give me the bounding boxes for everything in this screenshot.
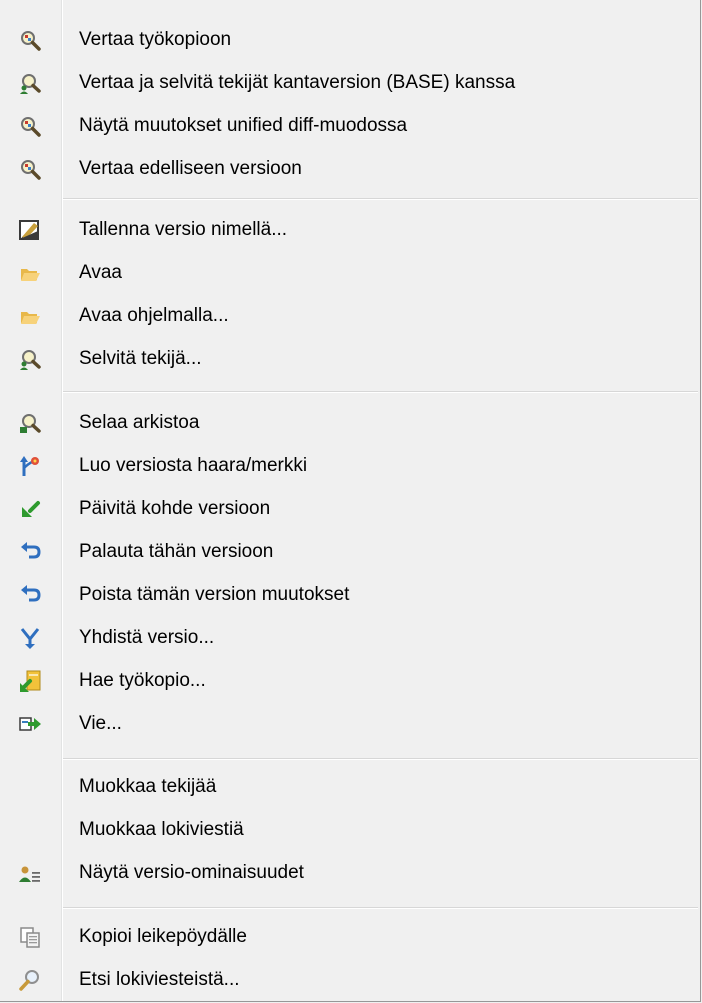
merge-icon: [18, 626, 42, 650]
menu-item-branch-tag[interactable]: Luo versiosta haara/merkki: [0, 444, 700, 488]
menu-item-repo-browser[interactable]: Selaa arkistoa: [0, 401, 700, 445]
menu-item-open[interactable]: Avaa: [0, 251, 700, 295]
context-menu: Vertaa työkopioon Vertaa ja selvitä teki…: [0, 0, 701, 1002]
menu-item-label: Etsi lokiviesteistä...: [79, 969, 240, 990]
blame-compare-icon: [18, 71, 42, 95]
menu-item-label: Näytä muutokset unified diff-muodossa: [79, 115, 408, 136]
search-log-icon: [18, 968, 42, 992]
blame-icon: [18, 347, 42, 371]
menu-item-label: Yhdistä versio...: [79, 627, 215, 648]
repo-browser-icon: [18, 411, 42, 435]
export-icon: [18, 712, 42, 736]
open-with-folder-icon: [18, 304, 42, 328]
unified-diff-magnifier-icon: [18, 114, 42, 138]
menu-separator: [63, 391, 698, 393]
menu-item-label: Luo versiosta haara/merkki: [79, 455, 308, 476]
menu-item-edit-log-message[interactable]: Muokkaa lokiviestiä: [0, 808, 700, 852]
menu-item-revert-changes[interactable]: Poista tämän version muutokset: [0, 573, 700, 617]
menu-item-label: Palauta tähän versioon: [79, 541, 274, 562]
menu-item-label: Päivitä kohde versioon: [79, 498, 271, 519]
menu-item-label: Muokkaa lokiviestiä: [79, 819, 244, 840]
menu-item-label: Hae työkopio...: [79, 670, 206, 691]
menu-item-label: Muokkaa tekijää: [79, 776, 217, 797]
menu-item-label: Poista tämän version muutokset: [79, 584, 350, 605]
menu-item-label: Avaa ohjelmalla...: [79, 305, 229, 326]
compare-magnifier-icon: [18, 28, 42, 52]
menu-item-blame[interactable]: Selvitä tekijä...: [0, 337, 700, 381]
menu-item-search-log-messages[interactable]: Etsi lokiviesteistä...: [0, 958, 700, 1002]
menu-separator: [63, 198, 698, 200]
copy-clipboard-icon: [18, 925, 42, 949]
menu-item-label: Selaa arkistoa: [79, 412, 200, 433]
menu-separator: [63, 758, 698, 760]
save-revision-icon: [18, 218, 42, 242]
menu-item-label: Selvitä tekijä...: [79, 348, 202, 369]
menu-item-label: Vertaa ja selvitä tekijät kantaversion (…: [79, 72, 516, 93]
menu-item-label: Vertaa edelliseen versioon: [79, 158, 302, 179]
revision-properties-icon: [18, 861, 42, 885]
revert-to-revision-icon: [18, 540, 42, 564]
checkout-icon: [18, 669, 42, 693]
menu-item-copy-to-clipboard[interactable]: Kopioi leikepöydälle: [0, 915, 700, 959]
menu-item-save-revision-as[interactable]: Tallenna versio nimellä...: [0, 208, 700, 252]
menu-item-compare-previous[interactable]: Vertaa edelliseen versioon: [0, 147, 700, 191]
menu-item-label: Kopioi leikepöydälle: [79, 926, 247, 947]
menu-item-edit-author[interactable]: Muokkaa tekijää: [0, 765, 700, 809]
menu-item-unified-diff[interactable]: Näytä muutokset unified diff-muodossa: [0, 104, 700, 148]
revert-changes-icon: [18, 583, 42, 607]
update-to-revision-icon: [18, 497, 42, 521]
menu-item-label: Avaa: [79, 262, 122, 283]
menu-item-revert-to-revision[interactable]: Palauta tähän versioon: [0, 530, 700, 574]
menu-item-export[interactable]: Vie...: [0, 702, 700, 746]
menu-item-show-revision-properties[interactable]: Näytä versio-ominaisuudet: [0, 851, 700, 895]
menu-item-merge-revision[interactable]: Yhdistä versio...: [0, 616, 700, 660]
menu-item-label: Näytä versio-ominaisuudet: [79, 862, 304, 883]
menu-item-label: Vie...: [79, 713, 122, 734]
menu-item-checkout[interactable]: Hae työkopio...: [0, 659, 700, 703]
menu-separator: [63, 907, 698, 909]
menu-item-compare-working-copy[interactable]: Vertaa työkopioon: [0, 18, 700, 62]
menu-item-open-with[interactable]: Avaa ohjelmalla...: [0, 294, 700, 338]
open-folder-icon: [18, 261, 42, 285]
menu-item-label: Tallenna versio nimellä...: [79, 219, 288, 240]
menu-item-blame-compare-base[interactable]: Vertaa ja selvitä tekijät kantaversion (…: [0, 61, 700, 105]
branch-tag-icon: [18, 454, 42, 478]
menu-item-update-to-revision[interactable]: Päivitä kohde versioon: [0, 487, 700, 531]
menu-item-label: Vertaa työkopioon: [79, 29, 232, 50]
compare-previous-magnifier-icon: [18, 157, 42, 181]
